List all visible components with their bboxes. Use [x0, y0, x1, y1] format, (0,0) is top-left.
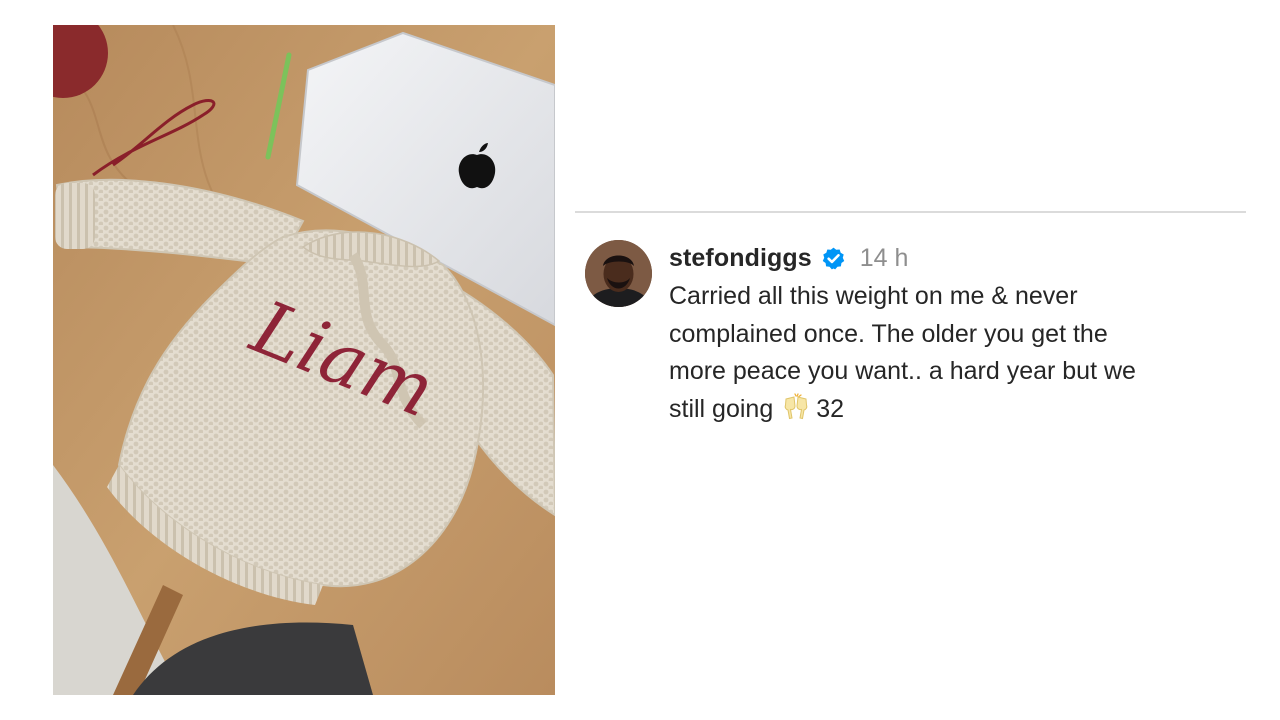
caption: Carried all this weight on me & never co…: [669, 278, 1239, 432]
username[interactable]: stefondiggs: [669, 244, 812, 273]
avatar-image: [585, 240, 652, 307]
avatar[interactable]: [585, 240, 652, 307]
sweater-photo-illustration: Liam: [53, 25, 555, 695]
caption-number: 32: [816, 394, 845, 423]
caption-line: Carried all this weight on me & never: [669, 282, 1078, 310]
caption-line: complained once. The older you get the: [669, 319, 1108, 348]
verified-badge-icon: [822, 247, 844, 269]
caption-line: still going: [669, 394, 774, 423]
clinking-glasses-icon: [781, 392, 811, 433]
caption-line-last: still going 32: [669, 391, 1239, 433]
caption-line: more peace you want.. a hard year but we: [669, 357, 1136, 385]
timestamp[interactable]: 14 h: [860, 244, 909, 273]
post-photo[interactable]: Liam: [53, 25, 555, 695]
divider-line: [575, 211, 1246, 213]
